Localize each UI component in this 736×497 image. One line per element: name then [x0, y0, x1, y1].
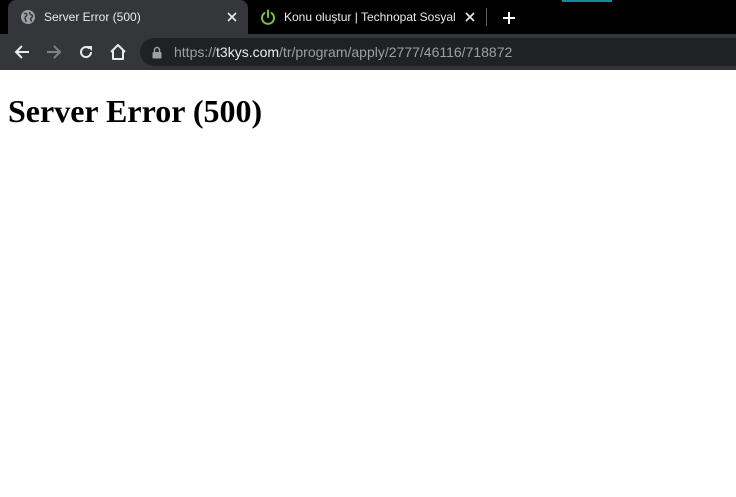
- plus-icon: [503, 12, 515, 24]
- back-button[interactable]: [10, 40, 34, 64]
- address-bar[interactable]: https://t3kys.com/tr/program/apply/2777/…: [140, 38, 736, 66]
- arrow-left-icon: [14, 45, 29, 59]
- browser-chrome: Server Error (500) Konu oluştur | Techno…: [0, 0, 736, 70]
- page-content: Server Error (500): [0, 70, 736, 497]
- home-icon: [110, 44, 126, 60]
- tab-title: Konu oluştur | Technopat Sosyal: [284, 10, 456, 24]
- reload-button[interactable]: [74, 40, 98, 64]
- close-icon[interactable]: [224, 9, 240, 25]
- tab-separator: [486, 8, 487, 26]
- lock-icon: [151, 45, 163, 59]
- url-text: https://t3kys.com/tr/program/apply/2777/…: [174, 44, 512, 60]
- tab-technopat[interactable]: Konu oluştur | Technopat Sosyal: [248, 0, 486, 34]
- tab-server-error[interactable]: Server Error (500): [8, 0, 248, 34]
- url-scheme: https://: [174, 44, 217, 60]
- page-title: Server Error (500): [8, 93, 263, 129]
- tab-strip: Server Error (500) Konu oluştur | Techno…: [0, 0, 736, 34]
- home-button[interactable]: [106, 40, 130, 64]
- close-icon[interactable]: [462, 9, 478, 25]
- new-tab-button[interactable]: [498, 7, 520, 29]
- tab-title: Server Error (500): [44, 10, 141, 24]
- toolbar: https://t3kys.com/tr/program/apply/2777/…: [0, 34, 736, 70]
- tab-strip-accent: [562, 0, 612, 2]
- url-host: t3kys.com: [216, 44, 280, 60]
- globe-icon: [20, 9, 36, 25]
- arrow-right-icon: [47, 45, 62, 59]
- forward-button[interactable]: [42, 40, 66, 64]
- url-path: /tr/program/apply/2777/46116/718872: [279, 44, 513, 60]
- power-icon: [260, 9, 276, 25]
- reload-icon: [80, 46, 93, 59]
